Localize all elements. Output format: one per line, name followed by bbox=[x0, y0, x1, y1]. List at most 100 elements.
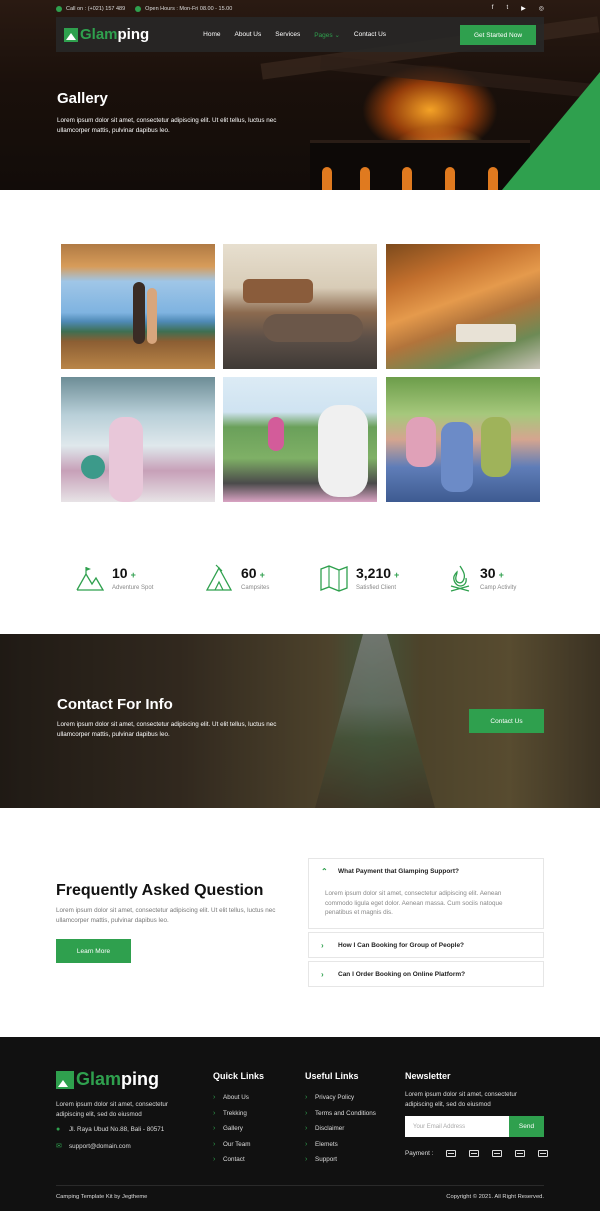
footer-link-label: Contact bbox=[223, 1156, 245, 1164]
nav-item-pages-label: Pages bbox=[314, 31, 333, 39]
footer-link-label: About Us bbox=[223, 1094, 249, 1102]
footer-link-label: Elemets bbox=[315, 1140, 338, 1148]
get-started-button[interactable]: Get Started Now bbox=[460, 25, 536, 45]
nav-item-services[interactable]: Services bbox=[275, 31, 300, 39]
footer-link-label: Gallery bbox=[223, 1125, 243, 1133]
stat-label: Camp Activity bbox=[480, 585, 517, 591]
faq-answer: Lorem ipsum dolor sit amet, consectetur … bbox=[325, 890, 503, 916]
nav-item-pages[interactable]: Pages ⌄ bbox=[314, 31, 340, 39]
faq-item-group-booking: › How I Can Booking for Group of People? bbox=[308, 932, 544, 958]
phone-icon bbox=[56, 5, 62, 12]
nav-item-contact[interactable]: Contact Us bbox=[354, 31, 386, 39]
contact-us-button[interactable]: Contact Us bbox=[469, 709, 544, 733]
learn-more-button[interactable]: Learn More bbox=[56, 939, 131, 963]
stripe-icon bbox=[538, 1150, 549, 1157]
phone-text: Call on : (+021) 157 489 bbox=[66, 5, 126, 12]
phone-info: Call on : (+021) 157 489 bbox=[56, 5, 126, 12]
stat-camp-activity: 30 + Camp Activity bbox=[448, 560, 516, 596]
chevron-right-icon: › bbox=[305, 1156, 308, 1164]
chevron-right-icon: › bbox=[213, 1094, 216, 1102]
twitter-icon[interactable]: t bbox=[506, 5, 508, 12]
gallery-image-tent-village[interactable] bbox=[386, 244, 540, 369]
footer-link-label: Terms and Conditions bbox=[315, 1109, 376, 1117]
hero-accent-triangle bbox=[502, 72, 600, 190]
faq-question[interactable]: ⌃ What Payment that Glamping Support? bbox=[309, 859, 543, 883]
stat-plus: + bbox=[259, 570, 265, 580]
payment-methods: Payment : bbox=[405, 1150, 549, 1157]
stat-label: Campsites bbox=[241, 585, 270, 591]
footer-link[interactable]: › Disclaimer bbox=[305, 1121, 376, 1137]
page-title: Gallery bbox=[57, 90, 108, 107]
gallery-image-couple-tent[interactable] bbox=[223, 244, 377, 369]
faq-question[interactable]: › Can I Order Booking on Online Platform? bbox=[309, 962, 543, 986]
chevron-right-icon: › bbox=[305, 1125, 308, 1133]
stat-campsites: 60 + Campsites bbox=[205, 560, 269, 596]
footer-link[interactable]: › Our Team bbox=[213, 1137, 251, 1153]
newsletter-description: Lorem ipsum dolor sit amet, consectetur … bbox=[405, 1091, 517, 1108]
social-links: f t ▶ ◎ bbox=[492, 5, 544, 12]
gallery-image-yoga-group[interactable] bbox=[223, 377, 377, 502]
hero-section: Call on : (+021) 157 489 Open Hours : Mo… bbox=[0, 0, 600, 190]
chevron-right-icon: › bbox=[213, 1125, 216, 1133]
send-button[interactable]: Send bbox=[509, 1116, 544, 1137]
nav-item-home[interactable]: Home bbox=[203, 31, 220, 39]
stat-value: 10 bbox=[112, 565, 128, 581]
footer-link[interactable]: › Terms and Conditions bbox=[305, 1106, 376, 1122]
contact-banner: Contact For Info Lorem ipsum dolor sit a… bbox=[0, 634, 600, 808]
gallery-image-couple-deck[interactable] bbox=[61, 244, 215, 369]
logo-icon bbox=[64, 27, 78, 42]
nav-item-about[interactable]: About Us bbox=[235, 31, 262, 39]
nav-menu: Home About Us Services Pages ⌄ Contact U… bbox=[203, 31, 386, 39]
map-icon bbox=[320, 565, 348, 592]
footer-address: ● Jl. Raya Ubud No.88, Bali - 80571 bbox=[56, 1126, 164, 1133]
address-text: Jl. Raya Ubud No.88, Bali - 80571 bbox=[69, 1126, 165, 1133]
amex-icon bbox=[515, 1150, 526, 1157]
footer-link[interactable]: › Elemets bbox=[305, 1137, 376, 1153]
payment-label: Payment : bbox=[405, 1150, 434, 1157]
footer-link[interactable]: › Support bbox=[305, 1152, 376, 1168]
hero-description: Lorem ipsum dolor sit amet, consectetur … bbox=[57, 117, 277, 134]
stat-label: Adventure Spot bbox=[112, 585, 154, 591]
tent-icon bbox=[205, 564, 233, 591]
instagram-icon[interactable]: ◎ bbox=[539, 5, 544, 12]
stat-plus: + bbox=[394, 570, 400, 580]
faq-question-text: Can I Order Booking on Online Platform? bbox=[338, 970, 466, 978]
footer-description: Lorem ipsum dolor sit amet, consectetur … bbox=[56, 1101, 168, 1118]
faq-question[interactable]: › How I Can Booking for Group of People? bbox=[309, 933, 543, 957]
useful-links-list: › Privacy Policy › Terms and Conditions › D… bbox=[305, 1090, 376, 1168]
footer-link[interactable]: › About Us bbox=[213, 1090, 251, 1106]
footer-logo[interactable]: Glam ping bbox=[56, 1069, 159, 1090]
chevron-up-icon: ⌃ bbox=[321, 866, 328, 876]
gallery-image-happy-friends[interactable] bbox=[386, 377, 540, 502]
newsletter-email-input[interactable]: Your Email Address bbox=[405, 1116, 509, 1137]
footer-link-label: Trekking bbox=[223, 1109, 247, 1117]
campfire-icon bbox=[450, 565, 470, 592]
email-text[interactable]: support@domain.com bbox=[69, 1143, 131, 1150]
site-logo[interactable]: Glam ping bbox=[64, 26, 149, 43]
chevron-right-icon: › bbox=[305, 1140, 308, 1148]
footer-copyright: Copyright © 2021. All Right Reserved. bbox=[446, 1194, 544, 1200]
facebook-icon[interactable]: f bbox=[492, 5, 494, 12]
chevron-right-icon: › bbox=[305, 1109, 308, 1117]
gallery-image-girl-dome[interactable] bbox=[61, 377, 215, 502]
footer-link[interactable]: › Trekking bbox=[213, 1106, 251, 1122]
faq-question-text: How I Can Booking for Group of People? bbox=[338, 941, 465, 949]
stat-value: 30 bbox=[480, 565, 496, 581]
logo-icon bbox=[56, 1070, 74, 1089]
location-pin-icon: ● bbox=[56, 1126, 61, 1133]
footer-credit: Camping Template Kit by Jegtheme bbox=[56, 1194, 148, 1200]
youtube-icon[interactable]: ▶ bbox=[521, 5, 526, 12]
footer-link[interactable]: › Privacy Policy bbox=[305, 1090, 376, 1106]
chevron-right-icon: › bbox=[321, 969, 324, 979]
chevron-right-icon: › bbox=[305, 1094, 308, 1102]
stat-plus: + bbox=[498, 570, 504, 580]
hours-info: Open Hours : Mon-Fri 08.00 - 15.00 bbox=[135, 5, 233, 12]
footer-link[interactable]: › Contact bbox=[213, 1152, 251, 1168]
chevron-right-icon: › bbox=[213, 1140, 216, 1148]
faq-title: Frequently Asked Question bbox=[56, 882, 264, 899]
fire-pit-image bbox=[310, 140, 530, 190]
footer-link[interactable]: › Gallery bbox=[213, 1121, 251, 1137]
hours-text: Open Hours : Mon-Fri 08.00 - 15.00 bbox=[145, 5, 233, 12]
chevron-right-icon: › bbox=[321, 940, 324, 950]
quick-links-title: Quick Links bbox=[213, 1071, 265, 1081]
